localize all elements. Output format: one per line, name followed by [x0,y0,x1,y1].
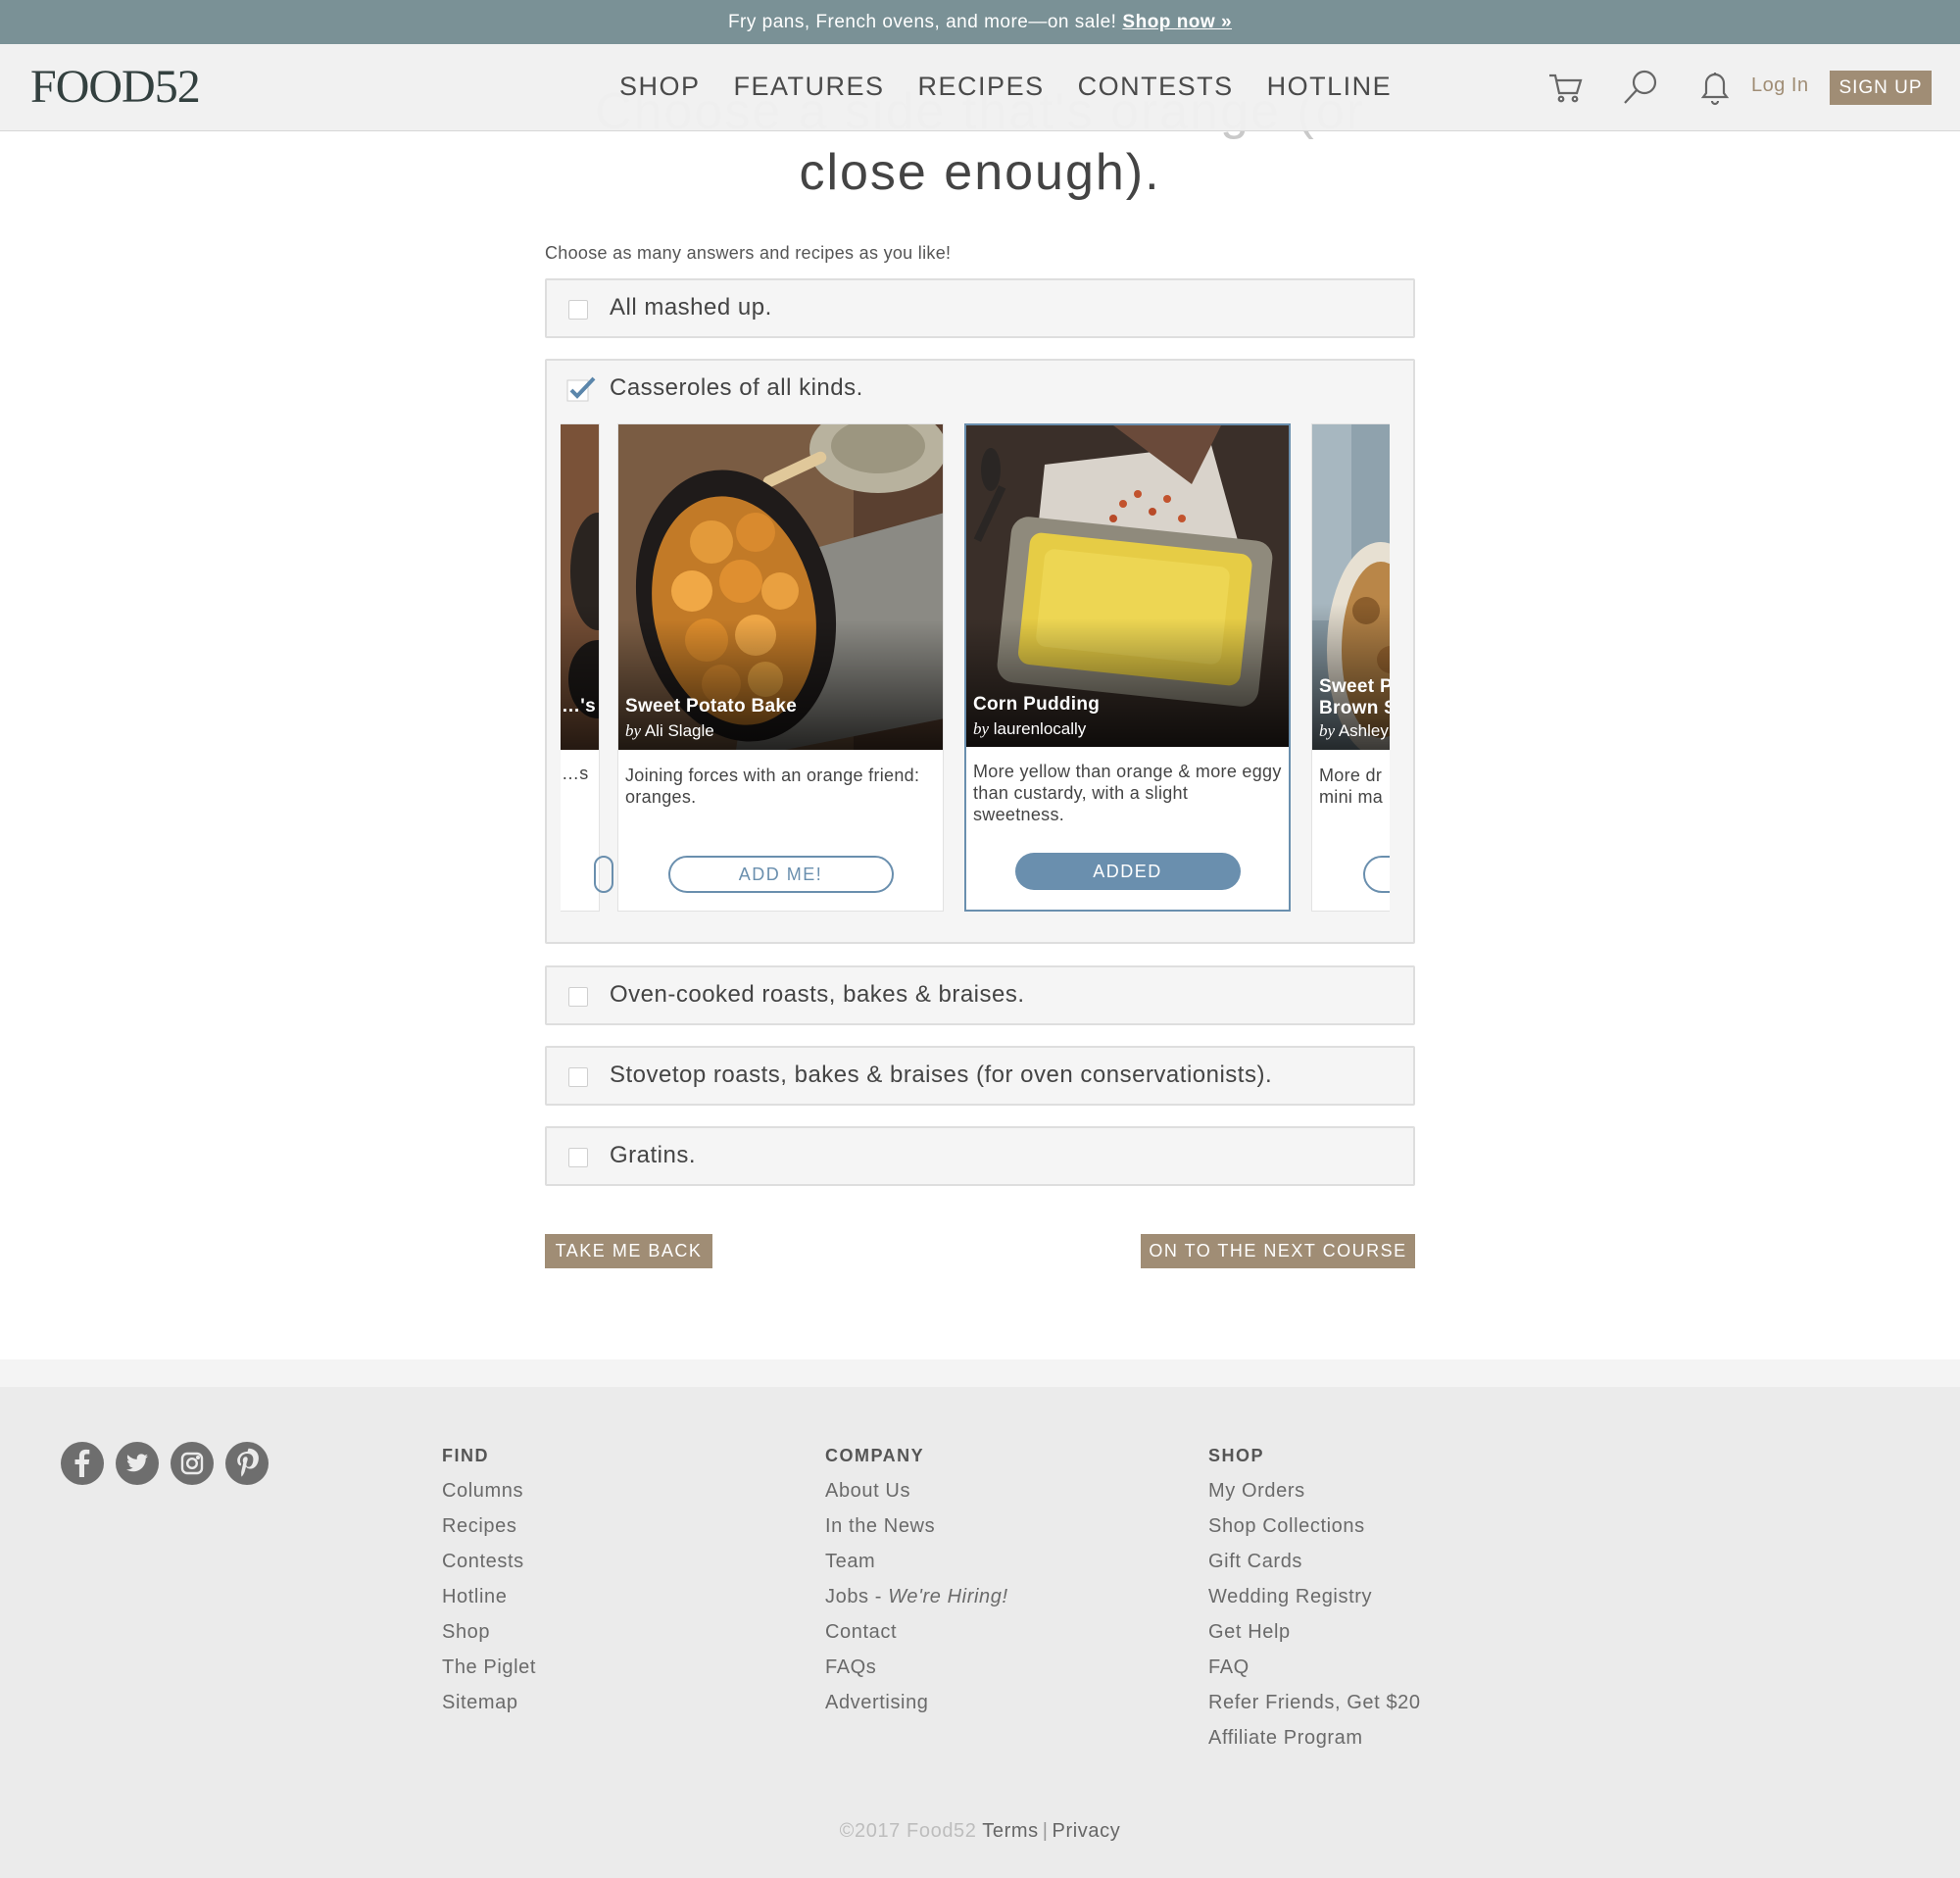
header-icons [1546,68,1735,107]
page-title-line2: close enough). [799,144,1161,201]
promo-bar: Fry pans, French ovens, and more—on sale… [0,0,1960,44]
option-casseroles[interactable]: Casseroles of all kinds. …'s …s Sweet Po… [545,359,1415,944]
footer-divider [0,1359,1960,1387]
footer-link-columns[interactable]: Columns [442,1480,536,1515]
footer-link-advertising[interactable]: Advertising [825,1692,1008,1727]
footer-link-in-the-news[interactable]: In the News [825,1515,1008,1551]
footer-link-get-help[interactable]: Get Help [1208,1621,1421,1656]
twitter-icon[interactable] [116,1442,159,1485]
footer-link-hotline[interactable]: Hotline [442,1586,536,1621]
footer-link-faq[interactable]: FAQ [1208,1656,1421,1692]
footer-link-recipes[interactable]: Recipes [442,1515,536,1551]
option-all-mashed-up[interactable]: All mashed up. [545,278,1415,338]
cart-icon[interactable] [1546,68,1586,107]
footer-link-faqs[interactable]: FAQs [825,1656,1008,1692]
footer-heading-shop: SHOP [1208,1446,1265,1465]
facebook-icon[interactable] [61,1442,104,1485]
main-nav: SHOP FEATURES RECIPES CONTESTS HOTLINE [619,72,1425,102]
footer-link-shop-collections[interactable]: Shop Collections [1208,1515,1421,1551]
next-course-button[interactable]: ON TO THE NEXT COURSE [1141,1234,1415,1268]
recipe-author[interactable]: by Ashley [1319,721,1389,741]
recipe-author[interactable]: by Ali Slagle [625,721,714,741]
footer-link-the-piglet[interactable]: The Piglet [442,1656,536,1692]
option-checkbox[interactable] [568,1148,588,1167]
footer-link-contact[interactable]: Contact [825,1621,1008,1656]
footer-find-column: FIND Columns Recipes Contests Hotline Sh… [442,1446,536,1727]
option-label: Casseroles of all kinds. [610,374,863,401]
checkmark-checkbox-icon[interactable] [566,376,596,402]
footer-link-about-us[interactable]: About Us [825,1480,1008,1515]
recipe-card-sweet-potato-brown-sugar[interactable]: Sweet P Brown S by Ashley More dr mini m… [1311,423,1390,912]
footer-link-my-orders[interactable]: My Orders [1208,1480,1421,1515]
add-button-partial[interactable] [594,856,613,893]
take-me-back-button[interactable]: TAKE ME BACK [545,1234,712,1268]
footer-copyright: ©2017 Food52 Terms | Privacy [839,1820,1121,1842]
site-footer: FIND Columns Recipes Contests Hotline Sh… [0,1387,1960,1878]
footer-link-contests[interactable]: Contests [442,1551,536,1586]
recipe-card-sweet-potato-bake[interactable]: Sweet Potato Bake by Ali Slagle Joining … [617,423,944,912]
footer-link-sitemap[interactable]: Sitemap [442,1692,536,1727]
add-me-button[interactable]: ADD ME! [667,856,894,893]
nav-recipes[interactable]: RECIPES [918,72,1045,102]
nav-contests[interactable]: CONTESTS [1078,72,1234,102]
bell-icon[interactable] [1695,68,1735,107]
option-oven-cooked[interactable]: Oven-cooked roasts, bakes & braises. [545,965,1415,1025]
signup-button[interactable]: SIGN UP [1830,71,1932,105]
recipe-title[interactable]: Sweet Potato Bake [625,696,797,717]
option-checkbox[interactable] [568,1067,588,1087]
login-link[interactable]: Log In [1751,74,1809,97]
footer-company-column: COMPANY About Us In the News Team Jobs -… [825,1446,1008,1727]
option-checkbox[interactable] [568,300,588,320]
option-checkbox[interactable] [568,987,588,1007]
footer-shop-column: SHOP My Orders Shop Collections Gift Car… [1208,1446,1421,1762]
option-stovetop[interactable]: Stovetop roasts, bakes & braises (for ov… [545,1046,1415,1106]
recipe-description: Joining forces with an orange friend: or… [625,766,920,807]
nav-features[interactable]: FEATURES [734,72,885,102]
copyright-text: ©2017 Food52 [839,1820,977,1842]
promo-shop-link[interactable]: Shop now » [1122,12,1232,33]
footer-link-shop[interactable]: Shop [442,1621,536,1656]
recipe-description: More yellow than orange & more eggy than… [973,762,1282,824]
recipe-title[interactable]: Corn Pudding [973,694,1100,716]
option-gratins[interactable]: Gratins. [545,1126,1415,1186]
added-button[interactable]: ADDED [1014,853,1241,890]
option-label: Gratins. [610,1142,697,1168]
search-icon[interactable] [1621,68,1660,107]
instructions-text: Choose as many answers and recipes as yo… [545,243,952,263]
recipe-title-line2[interactable]: Brown S [1319,698,1390,719]
footer-link-jobs[interactable]: Jobs - We're Hiring! [825,1586,1008,1621]
pinterest-icon[interactable] [225,1442,269,1485]
footer-link-gift-cards[interactable]: Gift Cards [1208,1551,1421,1586]
site-header: FOOD52 SHOP FEATURES RECIPES CONTESTS HO… [0,44,1960,131]
option-label: All mashed up. [610,294,772,321]
add-button-partial[interactable] [1363,856,1390,893]
footer-link-affiliate-program[interactable]: Affiliate Program [1208,1727,1421,1762]
privacy-link[interactable]: Privacy [1053,1820,1121,1842]
recipe-author[interactable]: by laurenlocally [973,719,1086,739]
footer-link-wedding-registry[interactable]: Wedding Registry [1208,1586,1421,1621]
recipe-card[interactable]: …'s …s [561,423,613,912]
nav-hotline[interactable]: HOTLINE [1267,72,1393,102]
terms-link[interactable]: Terms [982,1820,1038,1842]
social-links [61,1442,269,1485]
recipe-carousel[interactable]: …'s …s Sweet Potato Bake by Ali Slagle J… [561,423,1390,912]
promo-text: Fry pans, French ovens, and more—on sale… [727,11,1117,32]
option-label: Stovetop roasts, bakes & braises (for ov… [610,1062,1273,1088]
option-label: Oven-cooked roasts, bakes & braises. [610,981,1025,1008]
footer-heading-find: FIND [442,1446,489,1465]
footer-link-team[interactable]: Team [825,1551,1008,1586]
recipe-description: More dr mini ma [1319,766,1384,807]
recipe-title[interactable]: Sweet P [1319,676,1390,698]
food52-logo[interactable]: FOOD52 [30,60,201,114]
footer-link-refer-friends[interactable]: Refer Friends, Get $20 [1208,1692,1421,1727]
instagram-icon[interactable] [171,1442,214,1485]
recipe-title[interactable]: …'s [562,696,596,717]
footer-heading-company: COMPANY [825,1446,925,1465]
nav-shop[interactable]: SHOP [619,72,701,102]
recipe-card-corn-pudding[interactable]: Corn Pudding by laurenlocally More yello… [964,423,1291,912]
